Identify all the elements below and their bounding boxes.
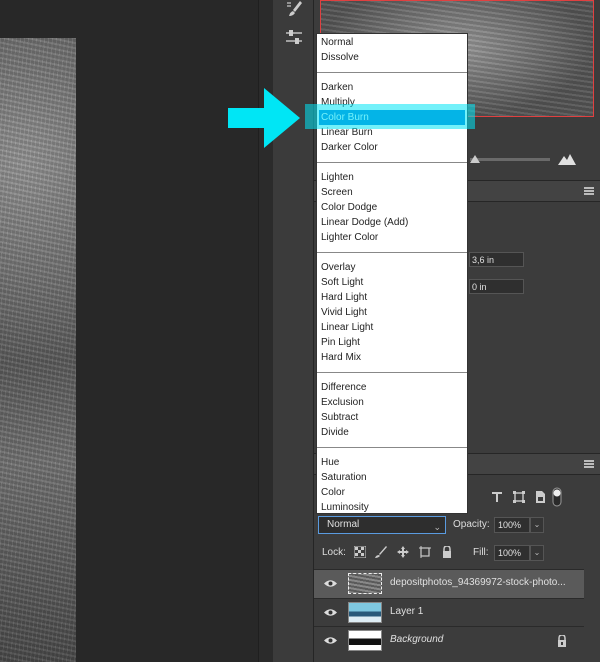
layer-name: depositphotos_94369972-stock-photo... xyxy=(390,577,566,588)
blend-mode-option[interactable]: Hard Mix xyxy=(319,350,465,365)
lock-position-icon[interactable] xyxy=(397,546,409,558)
zoom-large-mountain-icon[interactable] xyxy=(558,153,576,165)
layer-name: Layer 1 xyxy=(390,606,424,617)
fill-dropdown-button[interactable]: ⌄ xyxy=(530,545,544,561)
properties-field-1[interactable]: 3,6 in xyxy=(469,252,524,267)
blend-mode-option[interactable]: Hard Light xyxy=(319,290,465,305)
blend-mode-separator xyxy=(317,372,467,373)
opacity-dropdown-button[interactable]: ⌄ xyxy=(530,517,544,533)
blend-mode-option[interactable]: Lighter Color xyxy=(319,230,465,245)
blend-mode-option[interactable]: Normal xyxy=(319,35,465,50)
filter-toggle-icon[interactable] xyxy=(552,487,562,507)
visibility-eye-icon[interactable] xyxy=(324,636,337,645)
blend-mode-option[interactable]: Hue xyxy=(319,455,465,470)
blend-mode-separator xyxy=(317,447,467,448)
smart-object-filter-icon[interactable] xyxy=(533,490,547,504)
lock-artboard-icon[interactable] xyxy=(419,546,431,558)
visibility-eye-icon[interactable] xyxy=(324,579,337,588)
tutorial-highlight xyxy=(305,104,475,129)
lock-transparent-pixels-icon[interactable] xyxy=(354,546,366,558)
blend-mode-option[interactable]: Soft Light xyxy=(319,275,465,290)
blend-mode-option[interactable]: Darker Color xyxy=(319,140,465,155)
layer-thumbnail xyxy=(348,602,382,623)
brush-settings-icon[interactable] xyxy=(285,0,303,18)
blend-mode-option[interactable]: Color xyxy=(319,485,465,500)
blend-mode-option[interactable]: Linear Light xyxy=(319,320,465,335)
blend-mode-option[interactable]: Divide xyxy=(319,425,465,440)
blend-mode-separator xyxy=(317,252,467,253)
blend-mode-separator xyxy=(317,72,467,73)
fill-field[interactable]: 100% xyxy=(494,545,530,561)
blend-mode-option[interactable]: Vivid Light xyxy=(319,305,465,320)
tutorial-arrow-icon xyxy=(228,88,300,148)
visibility-eye-icon[interactable] xyxy=(324,608,337,617)
adjustments-icon[interactable] xyxy=(285,28,303,46)
blend-mode-option[interactable]: Screen xyxy=(319,185,465,200)
blend-mode-option[interactable]: Overlay xyxy=(319,260,465,275)
blend-mode-option[interactable]: Difference xyxy=(319,380,465,395)
blend-mode-select[interactable]: Normal ⌄ xyxy=(318,516,446,534)
layers-panel-menu-icon[interactable] xyxy=(584,460,594,468)
blend-mode-value: Normal xyxy=(327,519,360,530)
blend-mode-option[interactable]: Linear Dodge (Add) xyxy=(319,215,465,230)
blend-mode-option[interactable]: Darken xyxy=(319,80,465,95)
layer-row-layer-1[interactable]: Layer 1 xyxy=(314,598,584,627)
properties-field-2[interactable]: 0 in xyxy=(469,279,524,294)
lock-all-icon[interactable] xyxy=(441,546,453,558)
lock-image-pixels-icon[interactable] xyxy=(375,546,387,558)
type-layer-filter-icon[interactable] xyxy=(490,490,504,504)
opacity-field[interactable]: 100% xyxy=(494,517,530,533)
blend-mode-option[interactable]: Lighten xyxy=(319,170,465,185)
zoom-slider[interactable] xyxy=(470,158,550,161)
blend-mode-option[interactable]: Dissolve xyxy=(319,50,465,65)
blend-mode-option[interactable]: Pin Light xyxy=(319,335,465,350)
document-image[interactable] xyxy=(0,38,76,662)
layer-lock-icon[interactable] xyxy=(556,635,568,647)
blend-mode-option[interactable]: Exclusion xyxy=(319,395,465,410)
layer-name: Background xyxy=(390,634,444,645)
blend-mode-separator xyxy=(317,162,467,163)
zoom-small-mountain-icon[interactable] xyxy=(470,153,480,163)
blend-mode-option[interactable]: Saturation xyxy=(319,470,465,485)
layer-row-depositphotos[interactable]: depositphotos_94369972-stock-photo... xyxy=(314,569,584,598)
blend-mode-option[interactable]: Luminosity xyxy=(319,500,465,515)
chevron-down-icon: ⌄ xyxy=(433,522,441,532)
fill-label: Fill: xyxy=(473,547,489,558)
blend-mode-option[interactable]: Subtract xyxy=(319,410,465,425)
opacity-label: Opacity: xyxy=(453,519,490,530)
layer-thumbnail xyxy=(348,630,382,651)
layer-row-background[interactable]: Background xyxy=(314,626,584,655)
lock-label: Lock: xyxy=(322,547,346,558)
blend-mode-option[interactable]: Color Dodge xyxy=(319,200,465,215)
panel-menu-icon[interactable] xyxy=(584,187,594,195)
shape-layer-filter-icon[interactable] xyxy=(512,490,526,504)
layer-thumbnail xyxy=(348,573,382,594)
